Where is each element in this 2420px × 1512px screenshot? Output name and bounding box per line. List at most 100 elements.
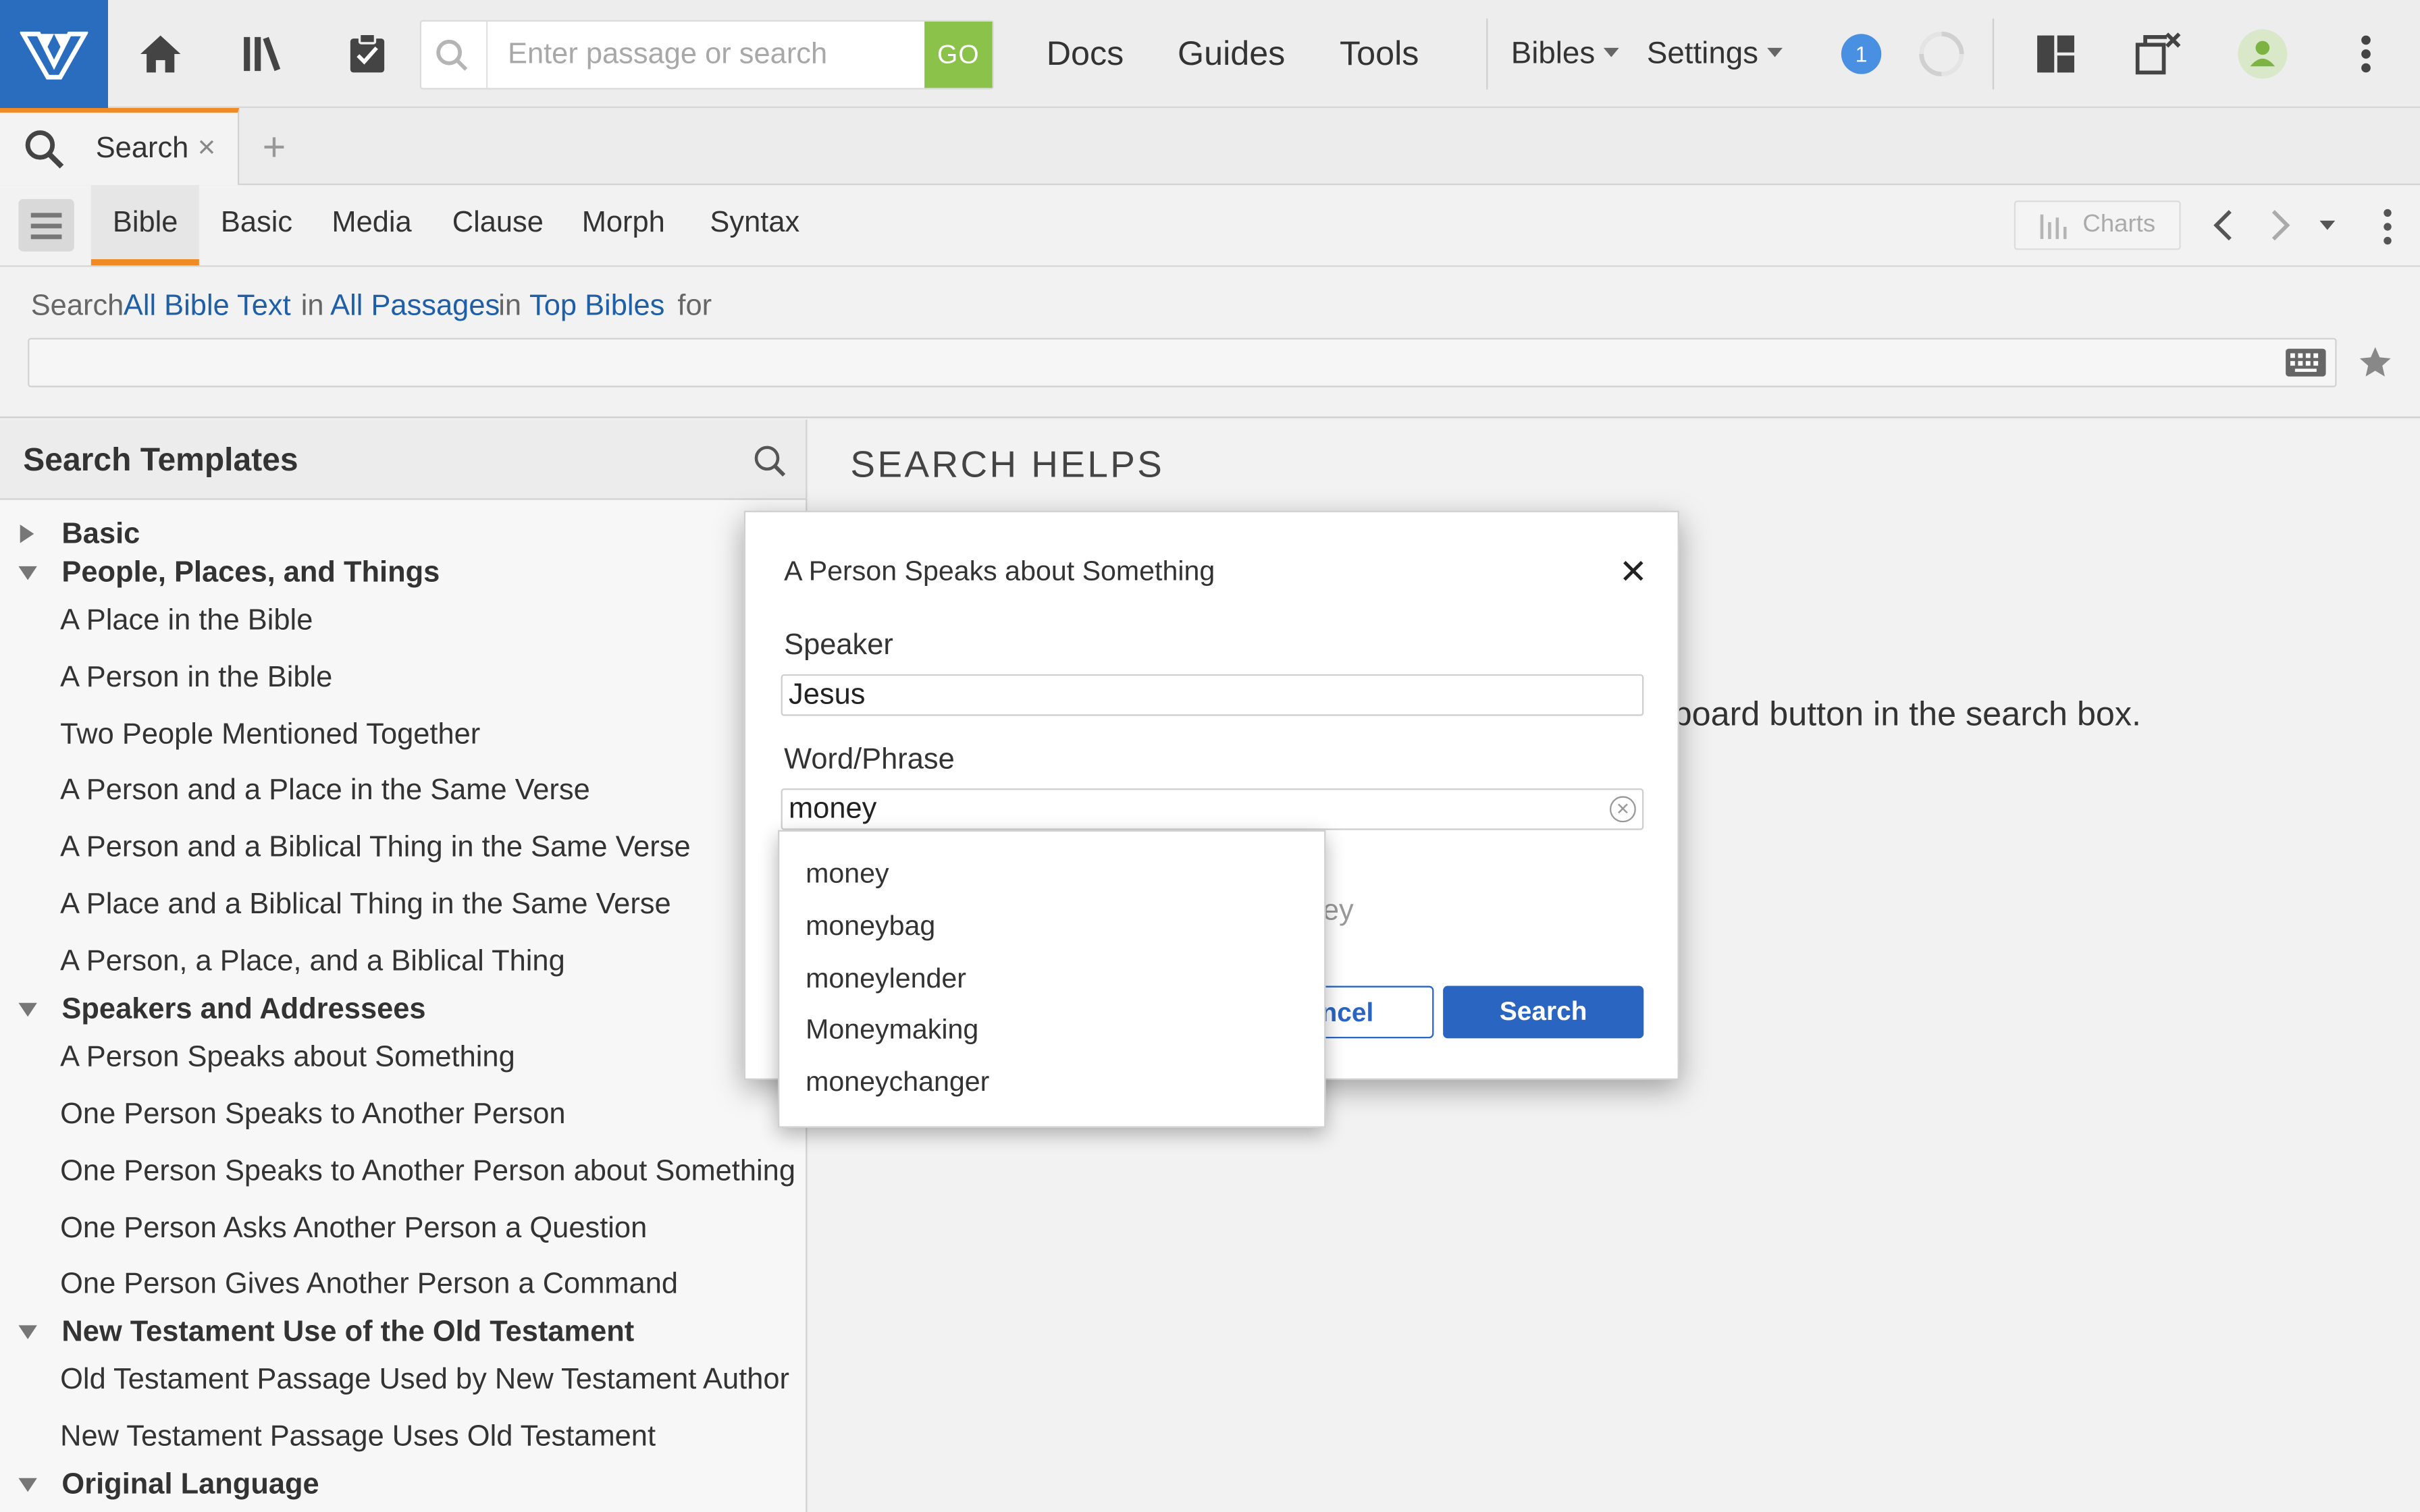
speaker-value: Jesus — [788, 678, 866, 711]
add-tab-button[interactable]: + — [263, 124, 286, 171]
tree-item[interactable]: A Person and a Place in the Same Verse — [60, 774, 590, 808]
in-label: in — [498, 290, 522, 323]
tree-group-label: Basic — [61, 518, 140, 551]
autocomplete-option[interactable]: moneychanger — [806, 1066, 989, 1098]
tab-basic[interactable]: Basic — [221, 207, 292, 240]
clear-icon[interactable]: ✕ — [1609, 796, 1636, 823]
templates-title: Search Templates — [23, 442, 298, 479]
sync-button[interactable] — [1914, 26, 1969, 82]
checklist-icon — [350, 32, 385, 73]
close-panels-button[interactable] — [2130, 26, 2185, 82]
autocomplete-option[interactable]: moneylender — [806, 963, 966, 995]
tree-item[interactable]: Two People Mentioned Together — [60, 719, 480, 753]
logos-logo-button[interactable] — [0, 0, 108, 108]
search-icon[interactable] — [752, 443, 789, 480]
autocomplete-option[interactable]: moneybag — [806, 911, 935, 943]
toolbar-divider — [1486, 18, 1488, 90]
top-bar: GO Docs Guides Tools Bibles Settings 1 — [0, 0, 2420, 108]
speaker-field[interactable]: Jesus — [781, 674, 1644, 716]
passages-link[interactable]: All Passages — [330, 290, 500, 324]
home-icon — [140, 35, 181, 73]
history-dropdown-icon[interactable] — [2318, 219, 2336, 232]
chevron-left-icon[interactable] — [2210, 209, 2238, 242]
guides-checklist-button[interactable] — [340, 26, 395, 82]
tree-item[interactable]: A Place and a Biblical Thing in the Same… — [60, 889, 671, 923]
word-phrase-label: Word/Phrase — [784, 743, 955, 776]
chevron-down-icon — [1604, 47, 1620, 57]
in-label: in — [300, 290, 324, 323]
more-vertical-icon — [2361, 35, 2371, 73]
search-icon — [25, 130, 64, 169]
search-divider — [485, 21, 488, 88]
hamburger-icon — [30, 212, 62, 217]
close-tab-icon[interactable]: × — [198, 131, 216, 167]
guides-menu[interactable]: Guides — [1178, 34, 1285, 74]
star-icon[interactable] — [2357, 344, 2394, 381]
tree-item[interactable]: A Person and a Biblical Thing in the Sam… — [60, 832, 690, 865]
bibles-link[interactable]: Top Bibles — [529, 290, 664, 324]
user-icon — [2238, 29, 2288, 79]
templates-header: Search Templates — [0, 419, 806, 500]
tab-morph[interactable]: Morph — [582, 207, 665, 240]
word-phrase-field[interactable]: money ✕ — [781, 788, 1644, 830]
search-button[interactable]: Search — [1443, 986, 1644, 1039]
search-prefix: Search — [30, 290, 124, 323]
bibles-label: Bibles — [1510, 36, 1596, 72]
search-criteria-bar: Search All Bible Text in All Passages in… — [0, 267, 2420, 418]
active-tab-indicator — [90, 259, 199, 266]
tab-media[interactable]: Media — [332, 207, 411, 240]
passage-search-box[interactable]: GO — [419, 20, 994, 90]
search-icon — [436, 39, 468, 71]
settings-label: Settings — [1646, 36, 1759, 72]
for-label: for — [677, 290, 712, 323]
settings-dropdown[interactable]: Settings — [1647, 37, 1783, 73]
logos-logo-icon — [20, 31, 88, 80]
tree-item[interactable]: One Person Gives Another Person a Comman… — [60, 1268, 678, 1302]
chevron-right-icon[interactable] — [2265, 209, 2293, 242]
tab-clause[interactable]: Clause — [452, 207, 544, 240]
tree-item[interactable]: A Person in the Bible — [60, 662, 332, 696]
tree-item[interactable]: New Testament Passage Uses Old Testament — [60, 1421, 656, 1455]
tree-group-label: New Testament Use of the Old Testament — [61, 1316, 635, 1349]
scope-link[interactable]: All Bible Text — [124, 290, 291, 324]
notification-badge[interactable]: 1 — [1841, 34, 1882, 74]
tab-bible[interactable]: Bible — [113, 207, 178, 240]
chevron-down-icon — [18, 566, 37, 580]
passage-search-input[interactable] — [507, 34, 917, 76]
toolbar-divider — [1992, 18, 1995, 90]
docs-menu[interactable]: Docs — [1047, 34, 1124, 74]
tools-menu[interactable]: Tools — [1340, 34, 1419, 74]
go-button[interactable]: GO — [924, 21, 993, 88]
tree-item-selected[interactable]: A Person Speaks about Something — [60, 1042, 515, 1075]
more-menu-button[interactable] — [2338, 26, 2394, 82]
autocomplete-option[interactable]: Moneymaking — [806, 1014, 978, 1046]
tree-group-label: Speakers and Addressees — [61, 993, 426, 1026]
tab-syntax[interactable]: Syntax — [710, 207, 799, 240]
home-button[interactable] — [133, 26, 188, 82]
search-query-input[interactable] — [28, 338, 2337, 387]
tab-search[interactable]: Search × — [0, 107, 240, 186]
account-button[interactable] — [2235, 26, 2290, 82]
search-type-toolbar: Bible Basic Media Clause Morph Syntax Ch… — [0, 185, 2420, 267]
tree-item[interactable]: A Place in the Bible — [60, 605, 313, 639]
charts-button[interactable]: Charts — [2014, 200, 2181, 250]
tree-item[interactable]: A Person, a Place, and a Biblical Thing — [60, 946, 565, 979]
tab-label: Search — [95, 132, 189, 165]
library-button[interactable] — [236, 26, 292, 82]
chevron-down-icon — [18, 1478, 37, 1492]
cancel-label: ncel — [1321, 998, 1374, 1028]
sync-icon — [1919, 31, 1964, 77]
layouts-button[interactable] — [2028, 26, 2083, 82]
autocomplete-option[interactable]: money — [806, 858, 889, 890]
tree-item[interactable]: One Person Speaks to Another Person — [60, 1098, 565, 1132]
keyboard-icon[interactable] — [2284, 346, 2327, 379]
tree-item[interactable]: One Person Asks Another Person a Questio… — [60, 1213, 647, 1247]
more-vertical-icon[interactable] — [2382, 209, 2394, 246]
bibles-dropdown[interactable]: Bibles — [1511, 37, 1620, 73]
tree-item[interactable]: One Person Speaks to Another Person abou… — [60, 1156, 795, 1189]
panel-menu-button[interactable] — [18, 198, 74, 252]
search-helps-text: board button in the search box. — [1673, 694, 2142, 733]
tree-item[interactable]: Old Testament Passage Used by New Testam… — [60, 1364, 789, 1398]
layout-icon — [2037, 35, 2074, 73]
close-icon[interactable]: ✕ — [1619, 552, 1648, 592]
